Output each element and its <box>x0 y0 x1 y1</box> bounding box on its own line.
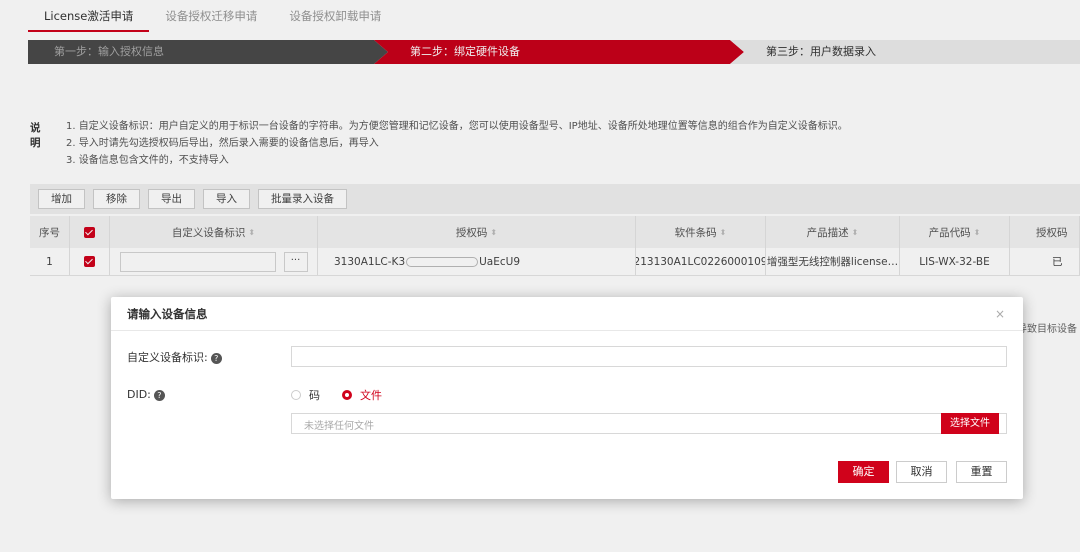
dialog-header: 请输入设备信息 × <box>111 297 1023 331</box>
radio-circle-selected-icon[interactable] <box>342 390 352 400</box>
confirm-button[interactable]: 确定 <box>838 461 889 483</box>
help-icon[interactable]: ? <box>153 389 165 401</box>
device-id-field[interactable] <box>291 346 1007 367</box>
help-icon[interactable]: ? <box>210 352 222 364</box>
choose-file-button[interactable]: 选择文件 <box>941 413 999 434</box>
file-placeholder: 未选择任何文件 <box>304 421 374 432</box>
cancel-button[interactable]: 取消 <box>896 461 947 483</box>
did-label: DID:? <box>127 388 165 401</box>
radio-file[interactable]: 文件 <box>342 387 382 403</box>
radio-circle-icon[interactable] <box>291 390 301 400</box>
reset-button[interactable]: 重置 <box>956 461 1007 483</box>
close-icon[interactable]: × <box>995 297 1005 331</box>
file-path-field[interactable]: 未选择任何文件 <box>291 413 1007 434</box>
did-type-radio-group: 码 文件 <box>291 387 404 403</box>
device-id-label: 自定义设备标识:? <box>127 349 222 365</box>
radio-code[interactable]: 码 <box>291 387 320 403</box>
dialog-title: 请输入设备信息 <box>127 307 208 321</box>
device-info-dialog: 请输入设备信息 × 自定义设备标识:? DID:? 码 文件 未选择任何文件 选… <box>111 297 1023 499</box>
